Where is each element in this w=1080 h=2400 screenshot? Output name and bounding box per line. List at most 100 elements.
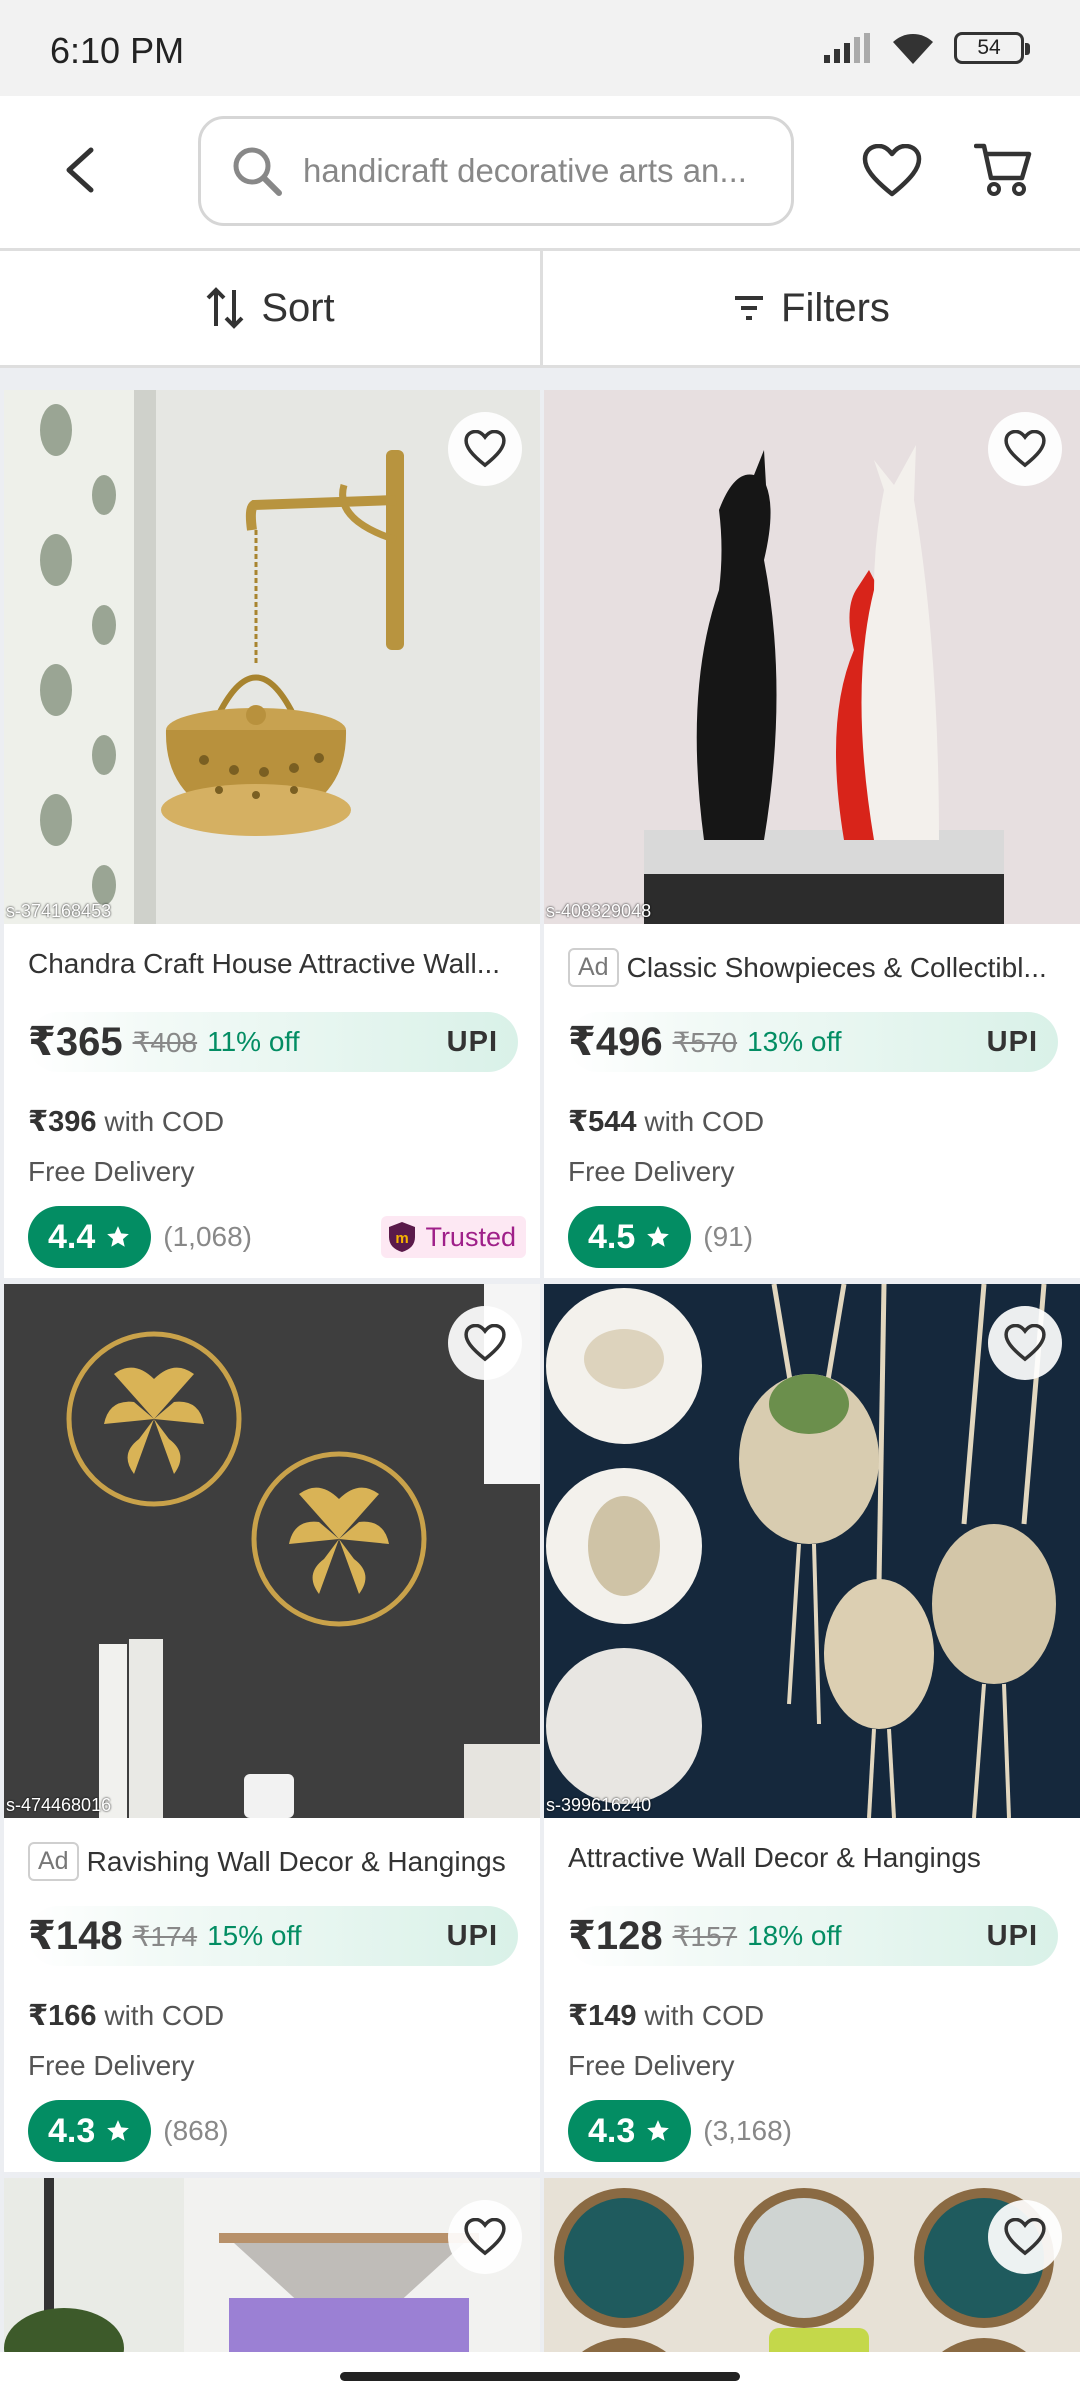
search-header: handicraft decorative arts an... (0, 96, 1080, 248)
wifi-icon (893, 34, 933, 64)
star-icon (107, 1226, 130, 1247)
review-count: (868) (163, 2115, 229, 2146)
image-id-text: s-399616240 (546, 1795, 652, 1815)
price-row: ₹128 ₹157 18% off UPI (568, 1906, 1058, 1966)
rating-badge: 4.3 (568, 2100, 692, 2162)
search-icon (233, 147, 282, 196)
star-icon (107, 2120, 130, 2141)
product-image[interactable] (4, 2178, 540, 2352)
rating-row: 4.3 (868) (28, 2100, 229, 2162)
wishlist-toggle[interactable] (988, 1306, 1062, 1380)
filter-icon (735, 296, 764, 320)
wishlist-toggle[interactable] (448, 1306, 522, 1380)
discount-text: 18% off (747, 1920, 842, 1951)
meesho-shield-icon: m (389, 1222, 416, 1252)
search-query-text: handicraft decorative arts an... (303, 152, 747, 189)
image-id-text: s-374168453 (6, 901, 112, 921)
price-row: ₹365 ₹408 11% off UPI (28, 1012, 518, 1072)
delivery-text: Free Delivery (568, 2050, 735, 2081)
wishlist-toggle[interactable] (448, 412, 522, 486)
product-card[interactable]: s-474468016 Ad Ravishing Wall Decor & Ha… (4, 1284, 540, 2172)
delivery-text: Free Delivery (28, 1156, 195, 1187)
filters-label: Filters (781, 285, 890, 330)
original-price: ₹157 (672, 1920, 738, 1952)
original-price: ₹174 (132, 1920, 198, 1952)
review-count: (91) (703, 1221, 754, 1252)
status-bar: 6:10 PM 54 (0, 0, 1080, 96)
ad-badge: Ad (28, 1842, 79, 1881)
original-price: ₹570 (672, 1026, 738, 1058)
upi-label: UPI (446, 1919, 498, 1952)
trusted-badge: m Trusted (381, 1216, 526, 1258)
home-indicator[interactable] (340, 2372, 740, 2381)
mosaic-coasters-image (544, 2178, 1080, 2352)
product-image[interactable]: s-474468016 (4, 1284, 540, 1818)
wishlist-toggle[interactable] (448, 2200, 522, 2274)
sort-filter-bar: Sort Filters (0, 248, 1080, 368)
rating-badge: 4.5 (568, 1206, 692, 1268)
product-price: ₹128 (568, 1914, 663, 1958)
product-image[interactable]: s-408329048 (544, 390, 1080, 924)
product-image[interactable]: s-399616240 (544, 1284, 1080, 1818)
wishlist-toggle[interactable] (988, 2200, 1062, 2274)
star-icon (647, 1226, 670, 1247)
product-title[interactable]: Ad Ravishing Wall Decor & Hangings (28, 1842, 524, 1881)
cart-button[interactable] (973, 142, 1032, 203)
status-time: 6:10 PM (50, 30, 185, 71)
product-title[interactable]: Chandra Craft House Attractive Wall... (28, 948, 524, 980)
product-price: ₹148 (28, 1914, 123, 1958)
heart-icon (464, 1324, 506, 1362)
rating-badge: 4.3 (28, 2100, 152, 2162)
svg-text:m: m (396, 1230, 409, 1247)
delivery-text: Free Delivery (568, 1156, 735, 1187)
product-image[interactable] (544, 2178, 1080, 2352)
product-card[interactable]: s-399616240 Attractive Wall Decor & Hang… (544, 1284, 1080, 2172)
woven-wall-hanging-image (4, 2178, 540, 2352)
upi-label: UPI (986, 1025, 1038, 1058)
product-price: ₹496 (568, 1020, 663, 1064)
back-button[interactable] (50, 140, 110, 200)
product-grid: s-374168453 Chandra Craft House Attracti… (0, 368, 1080, 2352)
review-count: (1,068) (163, 1221, 252, 1252)
sort-button[interactable]: Sort (0, 251, 540, 365)
rating-row: 4.4 (1,068) (28, 1206, 252, 1268)
product-image[interactable]: s-374168453 (4, 390, 540, 924)
heart-icon (1004, 430, 1046, 468)
cart-icon (973, 143, 1032, 196)
image-id-text: s-474468016 (6, 1795, 112, 1815)
upi-label: UPI (986, 1919, 1038, 1952)
filters-button[interactable]: Filters (540, 251, 1080, 365)
image-id-text: s-408329048 (546, 901, 652, 921)
discount-text: 11% off (207, 1026, 300, 1057)
heart-icon (1004, 1324, 1046, 1362)
discount-text: 13% off (747, 1026, 842, 1057)
wishlist-button[interactable] (862, 143, 922, 203)
cod-price-row: ₹166 with COD (28, 2000, 225, 2032)
price-row: ₹148 ₹174 15% off UPI (28, 1906, 518, 1966)
ad-badge: Ad (568, 948, 619, 987)
original-price: ₹408 (132, 1026, 198, 1058)
cod-price-row: ₹396 with COD (28, 1106, 225, 1138)
heart-icon (862, 143, 922, 197)
sort-label: Sort (261, 285, 335, 330)
product-title[interactable]: Ad Classic Showpieces & Collectibl... (568, 948, 1064, 987)
battery-icon: 54 (954, 32, 1030, 64)
star-icon (647, 2120, 670, 2141)
signal-icon (824, 33, 870, 63)
search-bar[interactable]: handicraft decorative arts an... (198, 116, 794, 226)
product-card[interactable] (4, 2178, 540, 2352)
rating-badge: 4.4 (28, 1206, 152, 1268)
review-count: (3,168) (703, 2115, 792, 2146)
product-card[interactable]: s-374168453 Chandra Craft House Attracti… (4, 390, 540, 1278)
product-price: ₹365 (28, 1020, 123, 1064)
wishlist-toggle[interactable] (988, 412, 1062, 486)
upi-label: UPI (446, 1025, 498, 1058)
product-card[interactable]: s-408329048 Ad Classic Showpieces & Coll… (544, 390, 1080, 1278)
product-card[interactable] (544, 2178, 1080, 2352)
product-title[interactable]: Attractive Wall Decor & Hangings (568, 1842, 1064, 1874)
price-row: ₹496 ₹570 13% off UPI (568, 1012, 1058, 1072)
heart-icon (464, 2218, 506, 2256)
cod-price-row: ₹149 with COD (568, 2000, 765, 2032)
heart-icon (1004, 2218, 1046, 2256)
cod-price-row: ₹544 with COD (568, 1106, 765, 1138)
